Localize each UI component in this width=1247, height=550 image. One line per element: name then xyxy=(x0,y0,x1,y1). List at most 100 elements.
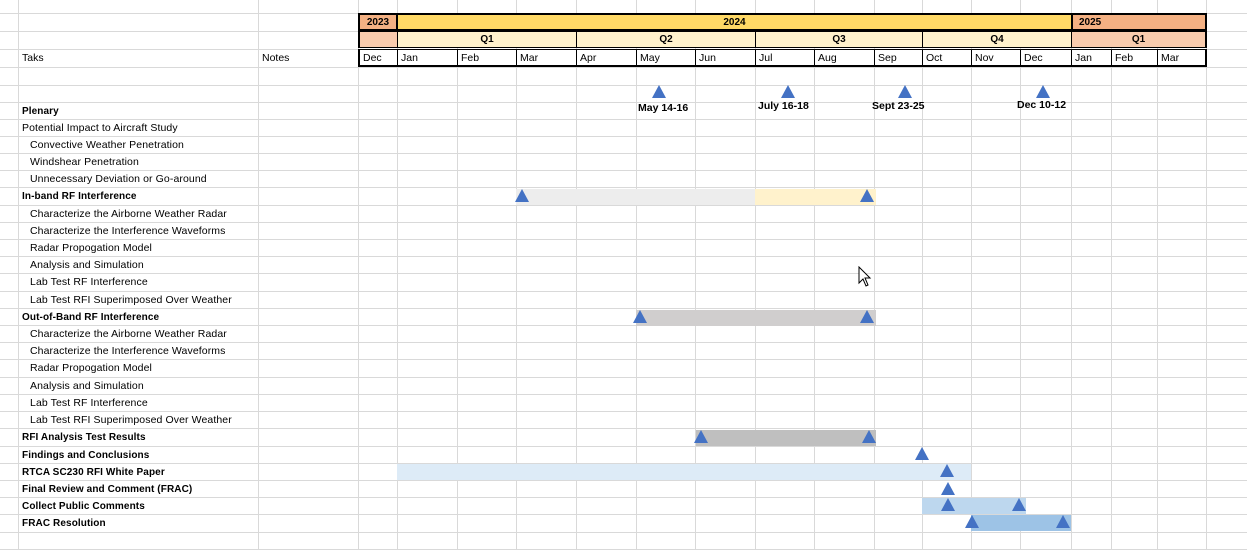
milestone-triangle-icon xyxy=(1056,515,1070,528)
month-header: Mar xyxy=(516,49,577,67)
grid-line xyxy=(1111,0,1112,550)
month-header: Nov xyxy=(971,49,1021,67)
plenary-date-label: July 16-18 xyxy=(758,100,809,112)
grid-line xyxy=(0,532,1247,533)
plenary-date-label: Dec 10-12 xyxy=(1017,99,1067,111)
milestone-triangle-icon xyxy=(915,447,929,460)
milestone-triangle-icon xyxy=(860,310,874,323)
gantt-bar-inband-q3 xyxy=(755,189,876,205)
task-label: Plenary xyxy=(22,106,59,117)
month-header: Feb xyxy=(457,49,517,67)
grid-line xyxy=(258,0,259,550)
year-header-2023: 2023 xyxy=(358,13,398,31)
task-label: Out-of-Band RF Interference xyxy=(22,312,160,323)
task-label: Unnecessary Deviation or Go-around xyxy=(30,173,207,185)
task-label: Windshear Penetration xyxy=(30,156,139,168)
task-label: Lab Test RFI Superimposed Over Weather xyxy=(30,414,232,426)
plenary-date-label: May 14-16 xyxy=(638,102,689,114)
grid-line xyxy=(1020,0,1021,550)
milestone-triangle-icon xyxy=(941,482,955,495)
task-label: Radar Propogation Model xyxy=(30,362,152,374)
task-label: Characterize the Interference Waveforms xyxy=(30,225,226,237)
milestone-triangle-icon xyxy=(940,464,954,477)
month-header: Apr xyxy=(576,49,637,67)
grid-line xyxy=(971,0,972,550)
milestone-triangle-icon xyxy=(694,430,708,443)
month-header: Jan xyxy=(397,49,458,67)
quarter-header-q4: Q4 xyxy=(922,31,1072,48)
notes-column-header: Notes xyxy=(262,52,290,64)
grid-line xyxy=(1206,0,1207,550)
gantt-bar-rfi-results xyxy=(696,430,876,446)
plenary-date-label: Sept 23-25 xyxy=(872,100,925,112)
task-label: Analysis and Simulation xyxy=(30,259,144,271)
task-label: RFI Analysis Test Results xyxy=(22,432,146,443)
grid-line xyxy=(0,85,1247,86)
task-label: Characterize the Airborne Weather Radar xyxy=(30,208,227,220)
month-header: Dec xyxy=(358,49,398,67)
task-label: Characterize the Airborne Weather Radar xyxy=(30,328,227,340)
task-label: Lab Test RFI Superimposed Over Weather xyxy=(30,294,232,306)
grid-line xyxy=(0,273,1247,274)
grid-line xyxy=(0,394,1247,395)
quarter-header-2023 xyxy=(358,31,398,48)
gantt-bar-public-comments xyxy=(922,498,1026,514)
milestone-triangle-icon xyxy=(860,189,874,202)
milestone-triangle-icon xyxy=(862,430,876,443)
gantt-bar-inband xyxy=(516,189,755,205)
milestone-triangle-icon xyxy=(965,515,979,528)
task-label: Lab Test RF Interference xyxy=(30,276,148,288)
mouse-cursor-icon xyxy=(858,266,872,287)
month-header: May xyxy=(636,49,696,67)
grid-line xyxy=(1071,0,1072,550)
grid-line xyxy=(0,153,1247,154)
grid-line xyxy=(1157,0,1158,550)
month-header: Jun xyxy=(695,49,756,67)
month-header: Mar xyxy=(1157,49,1207,67)
milestone-triangle-icon xyxy=(633,310,647,323)
task-label: In-band RF Interference xyxy=(22,191,137,202)
milestone-triangle-icon xyxy=(781,85,795,98)
milestone-triangle-icon xyxy=(941,498,955,511)
quarter-header-q3: Q3 xyxy=(755,31,923,48)
task-label: Radar Propogation Model xyxy=(30,242,152,254)
milestone-triangle-icon xyxy=(898,85,912,98)
task-label: Collect Public Comments xyxy=(22,501,145,512)
grid-line xyxy=(0,446,1247,447)
task-label: Potential Impact to Aircraft Study xyxy=(22,122,178,134)
milestone-triangle-icon xyxy=(1012,498,1026,511)
year-header-2024: 2024 xyxy=(396,13,1073,31)
grid-line xyxy=(0,119,1247,120)
month-header: Dec xyxy=(1020,49,1072,67)
month-header: Sep xyxy=(874,49,923,67)
gantt-bar-white-paper xyxy=(397,464,971,480)
month-header: Aug xyxy=(814,49,875,67)
milestone-triangle-icon xyxy=(1036,85,1050,98)
quarter-header-q2: Q2 xyxy=(576,31,756,48)
year-header-2025: 2025 xyxy=(1071,13,1207,31)
task-label: Analysis and Simulation xyxy=(30,380,144,392)
month-header: Jan xyxy=(1071,49,1112,67)
grid-line xyxy=(0,136,1247,137)
task-label: FRAC Resolution xyxy=(22,518,106,529)
grid-line xyxy=(0,256,1247,257)
grid-line xyxy=(0,67,1247,68)
gantt-spreadsheet: 2023 2024 2025 Q1 Q2 Q3 Q4 Q1 Taks Notes… xyxy=(0,0,1247,550)
task-label: Final Review and Comment (FRAC) xyxy=(22,484,193,495)
quarter-header-q1-2025: Q1 xyxy=(1071,31,1207,48)
milestone-triangle-icon xyxy=(652,85,666,98)
gantt-bar-outofband xyxy=(636,310,876,326)
milestone-triangle-icon xyxy=(515,189,529,202)
task-label: Characterize the Interference Waveforms xyxy=(30,345,226,357)
tasks-column-header: Taks xyxy=(22,52,44,64)
month-header: Feb xyxy=(1111,49,1158,67)
task-label: Findings and Conclusions xyxy=(22,450,150,461)
month-header: Jul xyxy=(755,49,815,67)
month-header: Oct xyxy=(922,49,972,67)
task-label: RTCA SC230 RFI White Paper xyxy=(22,467,165,478)
grid-line xyxy=(18,0,19,550)
task-label: Convective Weather Penetration xyxy=(30,139,184,151)
grid-line xyxy=(0,377,1247,378)
task-label: Lab Test RF Interference xyxy=(30,397,148,409)
grid-line xyxy=(358,0,359,550)
